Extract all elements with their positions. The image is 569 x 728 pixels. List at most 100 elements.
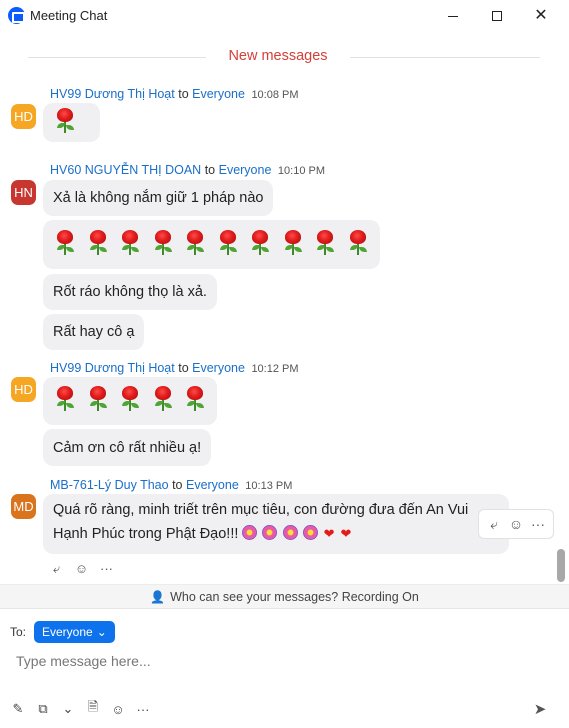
new-messages-divider: New messages — [0, 46, 569, 66]
avatar[interactable]: HD — [11, 104, 36, 129]
message-header: HV60 NGUYỄN THỊ DOAN to Everyone 10:10 P… — [50, 163, 325, 177]
rose-icon — [118, 386, 142, 412]
emoji-icon[interactable]: ☺ — [110, 701, 126, 717]
chat-messages[interactable]: New messages HD HV99 Dương Thị Hoạt to E… — [0, 32, 569, 584]
compose-toolbar: ✎ ⧉ ⌄ 🗎 ☺ ··· — [10, 699, 151, 717]
reply-icon[interactable]: ⤶ — [48, 560, 65, 577]
bouquet-icon — [302, 525, 318, 540]
divider-line — [28, 57, 206, 58]
rose-emoji-group — [53, 386, 207, 416]
to-word: to — [178, 361, 189, 375]
message-time: 10:10 PM — [277, 165, 325, 177]
rose-icon — [346, 229, 370, 256]
chevron-down-icon[interactable]: ⌄ — [60, 701, 76, 717]
message-bubble[interactable]: Rất hay cô ạ — [43, 314, 145, 350]
message-bubble[interactable]: Rốt ráo không thọ là xả. — [43, 274, 217, 310]
close-button[interactable]: ✕ — [518, 0, 564, 32]
file-icon[interactable]: 🗎 — [85, 699, 101, 717]
rose-icon — [151, 229, 175, 256]
more-icon[interactable]: ··· — [529, 515, 547, 533]
bouquet-icon — [242, 525, 258, 540]
rose-icon — [118, 229, 142, 256]
new-messages-label: New messages — [228, 48, 328, 64]
to-word: to — [172, 478, 183, 492]
message-input[interactable] — [8, 647, 558, 675]
add-reaction-icon[interactable]: ☺ — [73, 560, 90, 577]
message-header: HV99 Dương Thị Hoạt to Everyone 10:08 PM — [50, 87, 299, 101]
rose-icon — [53, 386, 77, 412]
message-time: 10:13 PM — [245, 480, 293, 492]
recipient-name[interactable]: Everyone — [192, 87, 245, 101]
maximize-button[interactable] — [474, 0, 520, 32]
scrollbar-thumb[interactable] — [557, 549, 565, 582]
message-text: Hạnh Phúc trong Phật Đạo!!! — [53, 526, 239, 542]
more-icon[interactable]: ··· — [98, 560, 115, 577]
message-text-line: Hạnh Phúc trong Phật Đạo!!! ❤ ❤ — [53, 522, 499, 546]
to-label: To: — [10, 625, 27, 639]
rose-icon — [183, 229, 207, 256]
message-bubble[interactable]: Xả là không nắm giữ 1 pháp nào — [43, 180, 274, 216]
bouquet-icon — [282, 525, 298, 540]
rose-icon — [216, 229, 240, 256]
message-actions: ⤶ ☺ ··· — [48, 560, 115, 577]
rose-icon — [86, 386, 110, 412]
message-bubble[interactable]: Quá rõ ràng, minh triết trên mục tiêu, c… — [43, 494, 509, 554]
bouquet-icon — [262, 525, 278, 540]
rose-emoji-group — [53, 107, 77, 138]
format-icon[interactable]: ✎ — [10, 701, 26, 717]
title-bar: Meeting Chat ✕ — [0, 0, 569, 32]
message-time: 10:12 PM — [251, 363, 299, 375]
more-icon[interactable]: ··· — [135, 701, 151, 717]
message-bubble[interactable] — [43, 220, 380, 269]
minimize-button[interactable] — [430, 0, 476, 32]
avatar[interactable]: MD — [11, 494, 36, 519]
screenshot-icon[interactable]: ⧉ — [35, 701, 51, 717]
avatar[interactable]: HN — [11, 180, 36, 205]
rose-icon — [151, 386, 175, 412]
rose-icon — [281, 229, 305, 256]
message-hover-toolbar: ⤶ ☺ ··· — [478, 509, 554, 539]
recipient-name[interactable]: Everyone — [192, 361, 245, 375]
message-text-line: Quá rõ ràng, minh triết trên mục tiêu, c… — [53, 502, 469, 518]
sender-name[interactable]: HV60 NGUYỄN THỊ DOAN — [50, 163, 201, 177]
rose-icon — [248, 229, 272, 256]
divider-line — [350, 57, 540, 58]
sender-name[interactable]: MB-761-Lý Duy Thao — [50, 478, 169, 492]
message-header: MB-761-Lý Duy Thao to Everyone 10:13 PM — [50, 478, 292, 492]
message-header: HV99 Dương Thị Hoạt to Everyone 10:12 PM — [50, 361, 299, 375]
person-icon: 👤 — [150, 589, 166, 604]
recording-notice[interactable]: 👤 Who can see your messages? Recording O… — [0, 584, 569, 608]
avatar[interactable]: HD — [11, 377, 36, 402]
message-time: 10:08 PM — [251, 89, 299, 101]
sender-name[interactable]: HV99 Dương Thị Hoạt — [50, 87, 175, 101]
message-bubble[interactable] — [43, 377, 217, 425]
sender-name[interactable]: HV99 Dương Thị Hoạt — [50, 361, 175, 375]
notice-text: Who can see your messages? Recording On — [170, 589, 419, 604]
compose-area: To: Everyone ⌄ ✎ ⧉ ⌄ 🗎 ☺ ··· ➤ — [0, 608, 569, 728]
rose-icon — [86, 229, 110, 256]
rose-icon — [53, 107, 77, 134]
heart-icon: ❤ — [323, 526, 335, 541]
window-title: Meeting Chat — [30, 8, 108, 23]
add-reaction-icon[interactable]: ☺ — [507, 515, 525, 533]
send-icon[interactable]: ➤ — [530, 699, 550, 719]
to-word: to — [204, 163, 216, 177]
close-icon: ✕ — [534, 7, 548, 24]
reply-icon[interactable]: ⤶ — [485, 515, 503, 533]
message-bubble[interactable]: Cảm ơn cô rất nhiều ạ! — [43, 429, 212, 466]
rose-icon — [53, 229, 77, 256]
recipient-value: Everyone — [42, 625, 93, 639]
to-word: to — [178, 87, 189, 101]
minimize-icon — [448, 15, 458, 17]
message-bubble[interactable] — [43, 103, 100, 142]
recipient-name[interactable]: Everyone — [219, 163, 272, 177]
zoom-logo-icon — [8, 7, 25, 24]
rose-emoji-group — [53, 229, 370, 260]
chevron-down-icon: ⌄ — [96, 625, 107, 639]
rose-icon — [183, 386, 207, 412]
heart-icon: ❤ — [340, 526, 352, 541]
rose-icon — [313, 229, 337, 256]
maximize-icon — [492, 11, 502, 21]
recipient-dropdown[interactable]: Everyone ⌄ — [34, 621, 115, 643]
recipient-name[interactable]: Everyone — [186, 478, 239, 492]
